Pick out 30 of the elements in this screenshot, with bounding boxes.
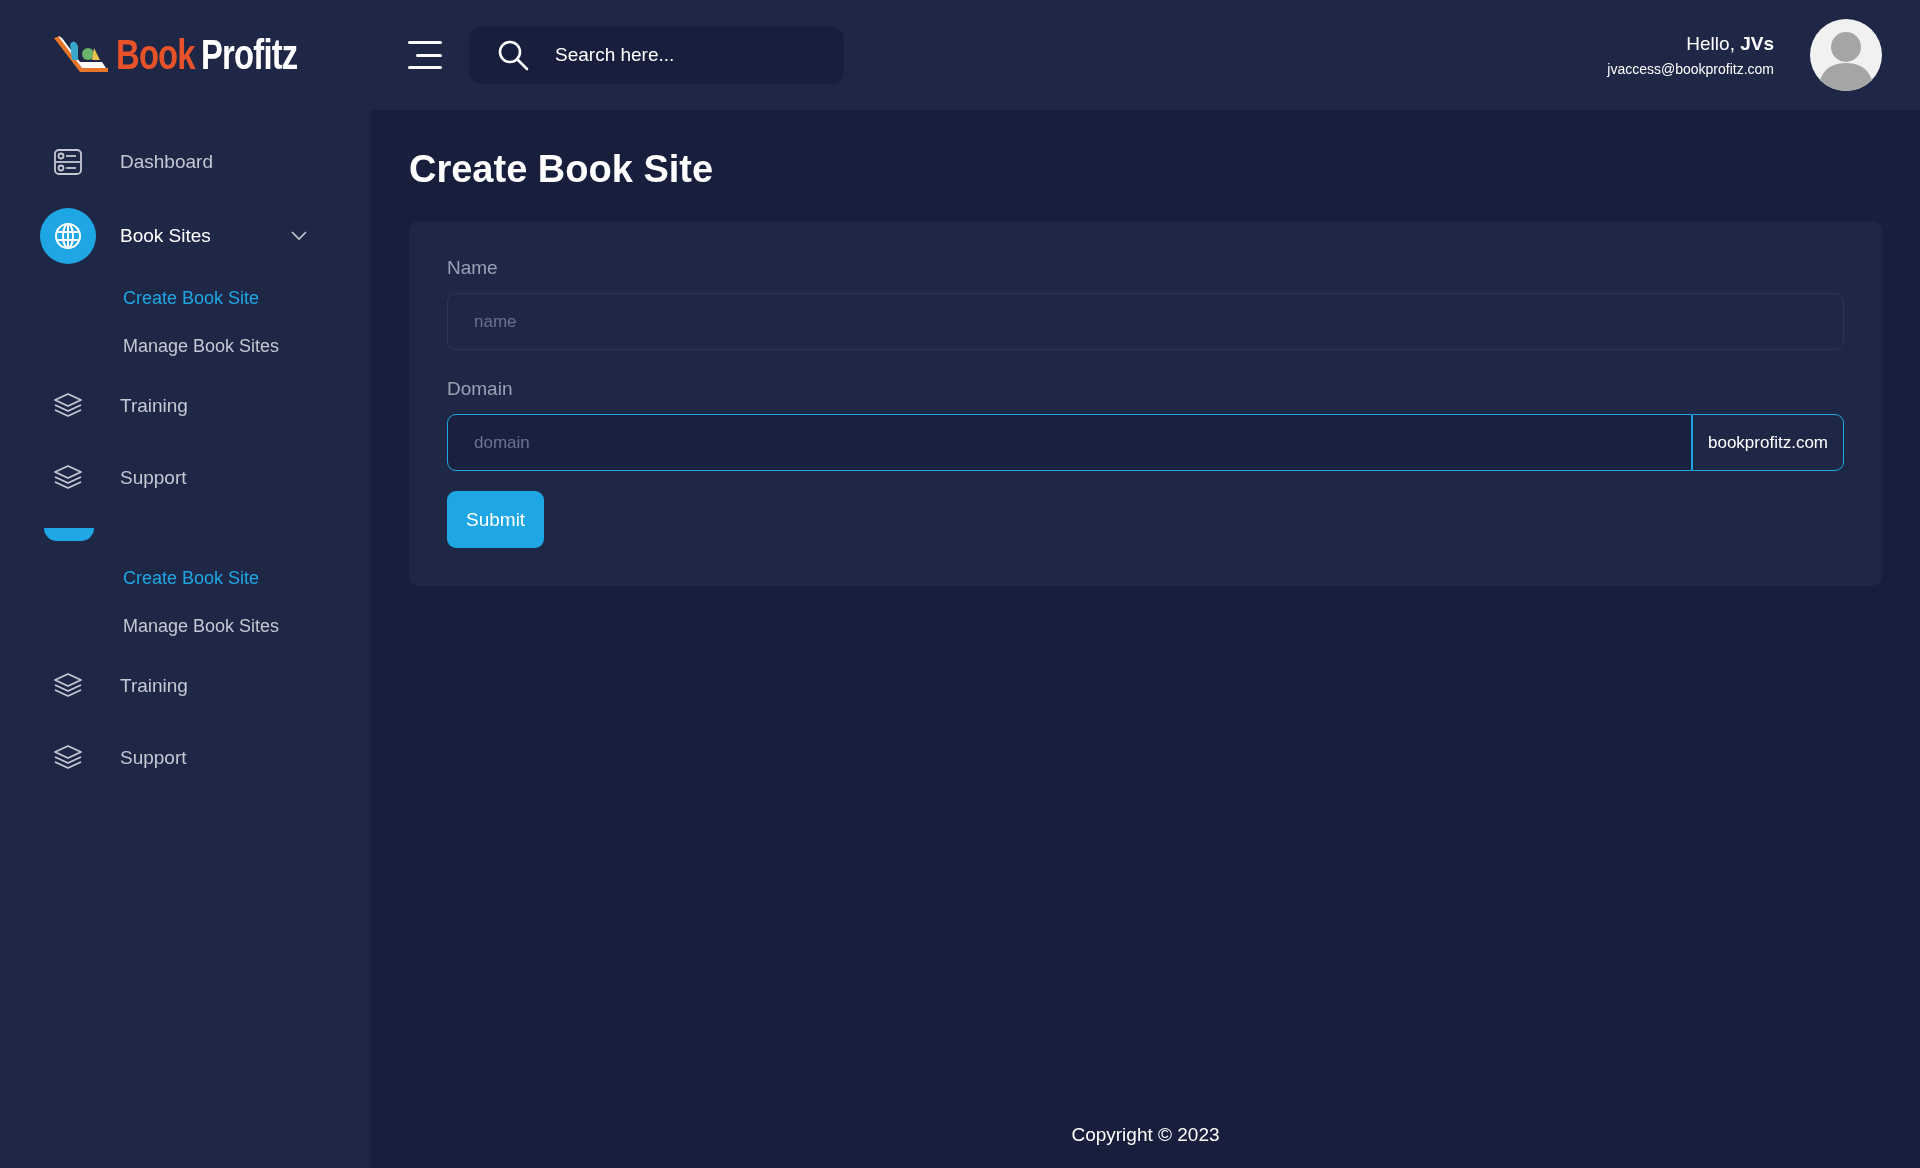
layers-icon [54,673,82,699]
layers-icon [54,465,82,491]
input-field[interactable]: name [447,293,1844,350]
logo-text: Profitz [201,31,298,79]
logo-text: Book [116,31,195,79]
greeting-text: Hello, JVs [1686,33,1774,55]
submenu-link[interactable]: Manage Book Sites [40,322,371,370]
menu-button[interactable] [408,41,442,69]
dashboard-icon [54,149,82,175]
submenu-link[interactable]: Create Book Site [40,274,371,322]
sidebar-link[interactable]: Training [40,650,371,722]
field-label: Name [447,257,499,279]
search-field[interactable]: Search here... [469,26,844,84]
submenu-link[interactable]: Manage Book Sites [40,602,371,650]
sidebar-link[interactable]: Support [40,722,371,794]
page-title: Create Book Site [409,148,715,191]
submenu-link[interactable]: Create Book Site [40,554,371,602]
layers-icon [54,745,82,771]
field-label: Domain [447,378,514,400]
input-field[interactable]: domain [447,414,1692,471]
sidebar-link[interactable]: Training [40,370,371,442]
copyright-text: Copyright © 2023 [1071,1124,1220,1145]
sidebar-link[interactable]: Support [40,442,371,514]
sidebar-link[interactable]: Book Sites [40,198,371,274]
sidebar-link[interactable]: Dashboard [40,126,371,198]
search-icon [497,38,529,71]
user-email: jvaccess@bookprofitz.com [1607,61,1774,77]
domain-suffix: bookprofitz.com [1692,414,1844,471]
layers-icon [54,393,82,419]
globe-icon [54,222,82,250]
